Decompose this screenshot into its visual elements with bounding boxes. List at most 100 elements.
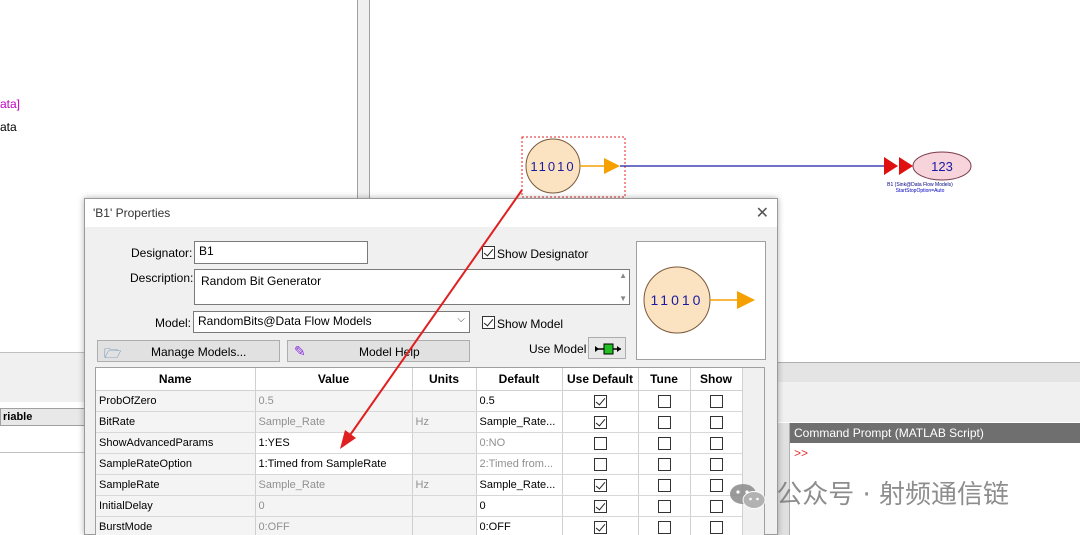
column-header-units[interactable]: Units <box>412 368 477 391</box>
random-bits-source[interactable] <box>525 138 581 194</box>
left-panel-text: ata <box>0 120 17 134</box>
model-select[interactable]: RandomBits@Data Flow Models ⌵ <box>193 311 470 333</box>
table-row[interactable]: InitialDelay 0 0 <box>96 495 743 517</box>
use-default-checkbox[interactable] <box>593 415 607 429</box>
show-checkbox[interactable] <box>709 520 723 534</box>
param-units-cell[interactable]: Hz <box>412 474 477 496</box>
table-row[interactable]: BitRate Sample_Rate Hz Sample_Rate... <box>96 411 743 433</box>
param-name-cell: ShowAdvancedParams <box>96 432 256 454</box>
param-value-cell[interactable]: 1:Timed from SampleRate <box>255 453 413 475</box>
column-header-show[interactable]: Show <box>690 368 743 391</box>
tune-cell <box>638 495 691 517</box>
manage-models-label: Manage Models... <box>151 345 247 359</box>
description-text: Random Bit Generator <box>201 274 322 288</box>
source-output-arrow-icon <box>604 158 620 174</box>
show-checkbox[interactable] <box>709 478 723 492</box>
tune-checkbox[interactable] <box>657 415 671 429</box>
variable-list <box>0 426 86 535</box>
table-row[interactable]: BurstMode 0:OFF 0:OFF <box>96 516 743 535</box>
param-default-cell: 0:NO <box>476 432 563 454</box>
use-default-checkbox[interactable] <box>593 457 607 471</box>
variable-column-header[interactable]: riable <box>0 408 86 426</box>
table-row[interactable]: SampleRate Sample_Rate Hz Sample_Rate... <box>96 474 743 496</box>
column-header-use-default[interactable]: Use Default <box>562 368 639 391</box>
tune-cell <box>638 453 691 475</box>
use-default-checkbox[interactable] <box>593 520 607 534</box>
use-default-checkbox[interactable] <box>593 499 607 513</box>
right-panel-area <box>770 382 1080 422</box>
preview-bits-label: 11010 <box>651 292 704 308</box>
show-checkbox[interactable] <box>709 436 723 450</box>
preview-symbol: 11010 <box>643 266 755 334</box>
param-units-cell[interactable] <box>412 432 477 454</box>
param-default-cell: 0.5 <box>476 390 563 412</box>
watermark: 公众号 · 射频通信链 <box>728 474 1009 511</box>
dialog-titlebar[interactable]: 'B1' Properties ✕ <box>85 199 777 227</box>
param-name-cell: BurstMode <box>96 516 256 535</box>
table-row[interactable]: ProbOfZero 0.5 0.5 <box>96 390 743 412</box>
symbol-preview: 11010 <box>636 241 766 360</box>
show-model-checkbox[interactable] <box>482 316 495 329</box>
model-label: Model: <box>155 316 192 330</box>
use-default-checkbox[interactable] <box>593 394 607 408</box>
watermark-text: 公众号 · 射频通信链 <box>776 480 1010 510</box>
show-cell <box>690 516 743 535</box>
column-header-value[interactable]: Value <box>255 368 413 391</box>
column-header-tune[interactable]: Tune <box>638 368 691 391</box>
chevron-down-icon[interactable]: ⌵ <box>457 314 465 325</box>
tune-checkbox[interactable] <box>657 394 671 408</box>
scroll-down-icon[interactable]: ▼ <box>619 294 627 303</box>
tune-checkbox[interactable] <box>657 499 671 513</box>
use-default-checkbox[interactable] <box>593 436 607 450</box>
param-units-cell[interactable] <box>412 390 477 412</box>
table-row[interactable]: SampleRateOption 1:Timed from SampleRate 2… <box>96 453 743 475</box>
dialog-title: 'B1' Properties <box>93 206 171 220</box>
show-checkbox[interactable] <box>709 499 723 513</box>
model-help-button[interactable]: ✎ Model Help <box>287 340 470 362</box>
table-row[interactable]: ShowAdvancedParams 1:YES 0:NO <box>96 432 743 454</box>
close-icon[interactable]: ✕ <box>756 203 769 223</box>
param-units-cell[interactable]: Hz <box>412 411 477 433</box>
source-bits-label: 11010 <box>530 159 575 174</box>
designator-field[interactable]: B1 <box>194 241 368 264</box>
sink-block[interactable] <box>912 151 972 181</box>
tune-checkbox[interactable] <box>657 436 671 450</box>
command-prompt-title: Command Prompt (MATLAB Script) <box>790 423 1080 443</box>
param-value-cell[interactable]: Sample_Rate <box>255 474 413 496</box>
parameter-grid: Name Value Units Default Use Default Tun… <box>95 367 765 535</box>
param-units-cell[interactable] <box>412 495 477 517</box>
param-value-cell[interactable]: 0.5 <box>255 390 413 412</box>
show-checkbox[interactable] <box>709 394 723 408</box>
param-units-cell[interactable] <box>412 453 477 475</box>
column-header-name[interactable]: Name <box>96 368 256 391</box>
scroll-up-icon[interactable]: ▲ <box>619 271 627 280</box>
properties-dialog: 'B1' Properties ✕ Designator: B1 Show De… <box>84 198 778 535</box>
show-model-label: Show Model <box>497 317 564 331</box>
description-field[interactable]: Random Bit Generator ▲ ▼ <box>194 269 630 305</box>
use-model-button[interactable] <box>588 337 626 359</box>
show-checkbox[interactable] <box>709 415 723 429</box>
use-default-cell <box>562 453 639 475</box>
tune-checkbox[interactable] <box>657 478 671 492</box>
param-name-cell: SampleRate <box>96 474 256 496</box>
param-value-cell[interactable]: 0:OFF <box>255 516 413 535</box>
show-designator-checkbox[interactable] <box>482 246 495 259</box>
show-cell <box>690 390 743 412</box>
param-default-cell: Sample_Rate... <box>476 411 563 433</box>
tune-cell <box>638 516 691 535</box>
param-value-cell[interactable]: 1:YES <box>255 432 413 454</box>
command-prompt-symbol: >> <box>794 446 809 460</box>
divider <box>0 452 86 453</box>
show-checkbox[interactable] <box>709 457 723 471</box>
show-cell <box>690 411 743 433</box>
column-header-default[interactable]: Default <box>476 368 563 391</box>
tune-checkbox[interactable] <box>657 457 671 471</box>
tune-checkbox[interactable] <box>657 520 671 534</box>
manage-models-button[interactable]: 🗁 Manage Models... <box>97 340 280 362</box>
param-value-cell[interactable]: Sample_Rate <box>255 411 413 433</box>
param-name-cell: BitRate <box>96 411 256 433</box>
model-select-value: RandomBits@Data Flow Models <box>198 314 372 328</box>
param-units-cell[interactable] <box>412 516 477 535</box>
use-default-checkbox[interactable] <box>593 478 607 492</box>
param-value-cell[interactable]: 0 <box>255 495 413 517</box>
